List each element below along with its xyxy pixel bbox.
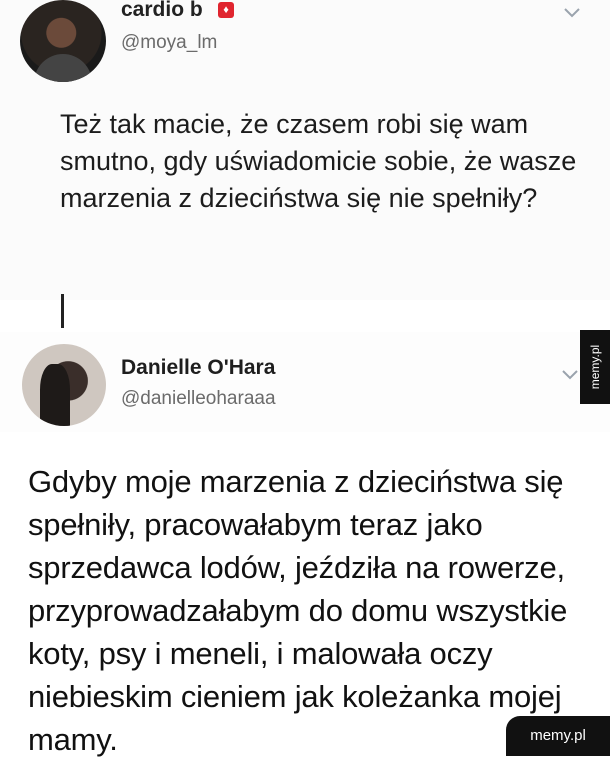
watermark-corner: memy.pl [506, 716, 610, 756]
avatar[interactable] [22, 344, 106, 426]
user-handle[interactable]: @danielleoharaaa [121, 388, 276, 410]
tweet-text: Też tak macie, że czasem robi się wam sm… [60, 109, 577, 213]
thread-line [61, 294, 64, 328]
watermark-text: memy.pl [588, 344, 602, 390]
avatar[interactable] [20, 0, 106, 82]
watermark-side: memy.pl [580, 330, 610, 404]
display-name[interactable]: Danielle O'Hara [121, 356, 275, 380]
chevron-down-icon[interactable] [558, 362, 582, 386]
red-badge-icon: ♦ [218, 2, 234, 18]
chevron-down-icon[interactable] [560, 0, 584, 24]
display-name[interactable]: cardio b [121, 0, 203, 22]
tweet-1: cardio b ♦ @moya_lm Też tak macie, że cz… [0, 0, 610, 300]
user-handle[interactable]: @moya_lm [121, 32, 217, 54]
